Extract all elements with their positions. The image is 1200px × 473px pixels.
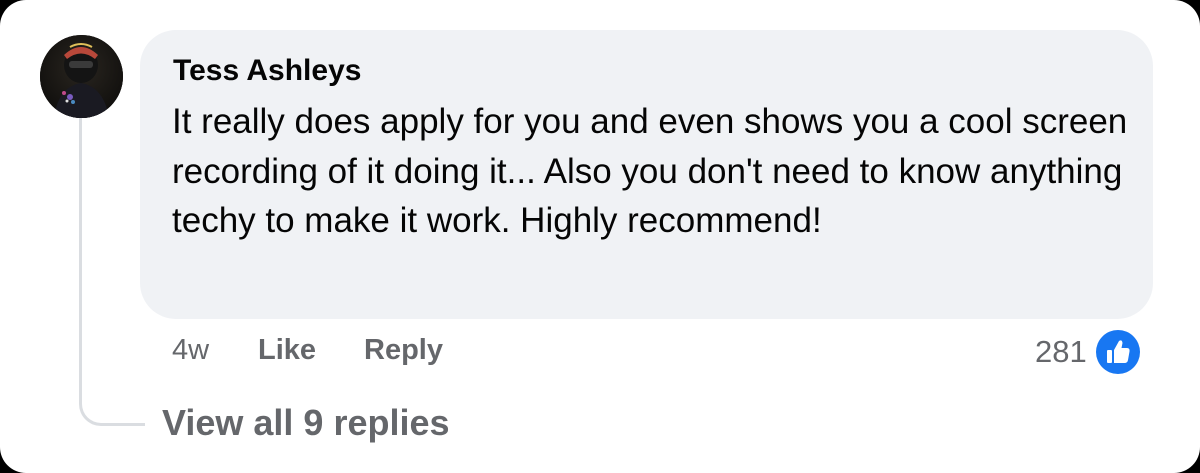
comment-text: It really does apply for you and even sh… xyxy=(172,102,1128,240)
profile-photo-icon xyxy=(40,35,123,118)
comment-timestamp[interactable]: 4w xyxy=(172,334,209,367)
comment-author-name[interactable]: Tess Ashleys xyxy=(173,54,361,88)
comment-bubble: Tess Ashleys It really does apply for yo… xyxy=(140,30,1153,319)
author-avatar[interactable] xyxy=(40,35,123,118)
comment-card: Tess Ashleys It really does apply for yo… xyxy=(0,0,1200,473)
like-thumbs-up-icon xyxy=(1096,330,1140,374)
reaction-count: 281 xyxy=(1035,334,1087,369)
reply-thread-connector xyxy=(79,118,145,426)
reply-button[interactable]: Reply xyxy=(364,334,443,367)
like-button[interactable]: Like xyxy=(258,334,316,367)
view-all-replies-link[interactable]: View all 9 replies xyxy=(162,402,450,444)
